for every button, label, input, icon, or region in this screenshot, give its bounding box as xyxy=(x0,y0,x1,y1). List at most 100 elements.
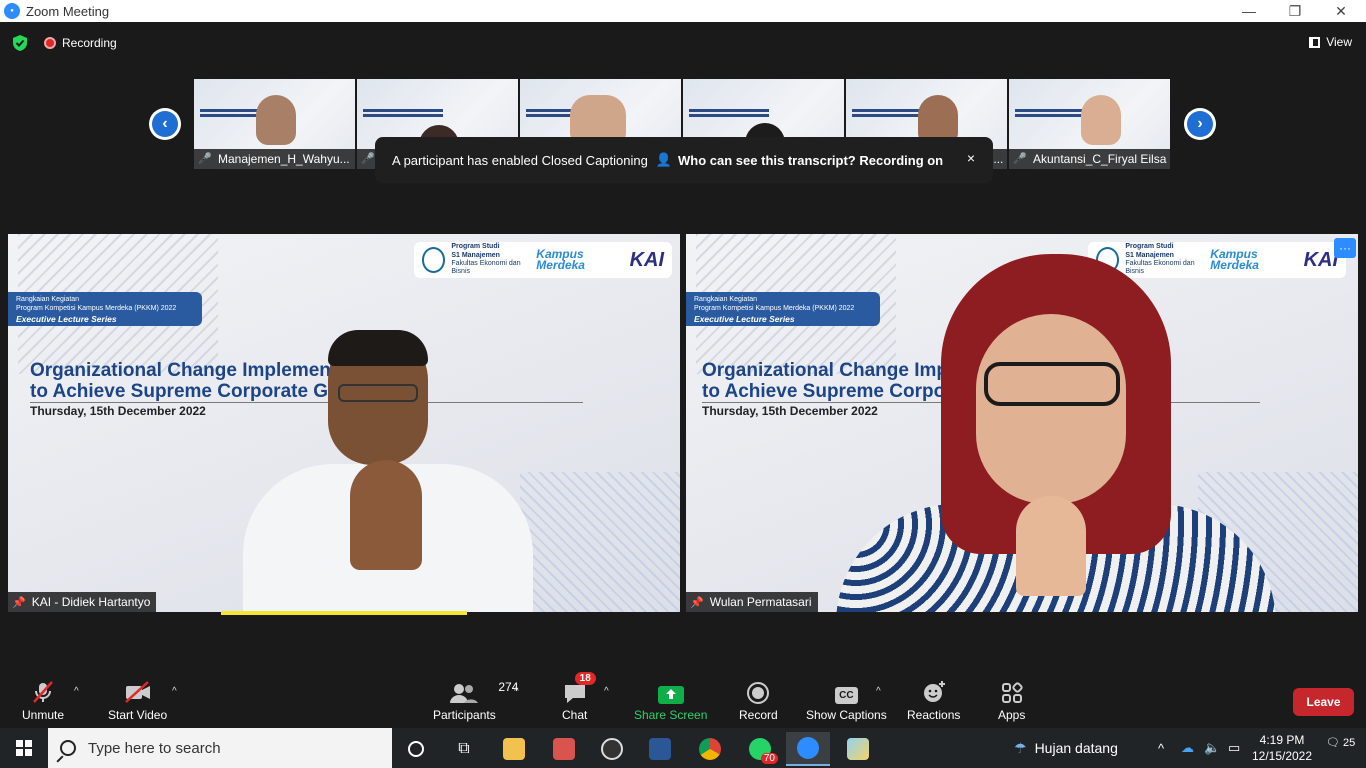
obs-taskbar-button[interactable] xyxy=(590,732,634,766)
record-icon-wrap xyxy=(747,678,770,704)
video-name-tag: 📌 KAI - Didiek Hartantyo xyxy=(8,592,157,612)
task-view-button[interactable]: ⧉ xyxy=(442,732,486,766)
recording-dot-icon xyxy=(44,37,56,49)
speaker-hands xyxy=(1016,496,1086,596)
faculty-name: Fakultas Ekonomi dan Bisnis xyxy=(451,260,521,276)
reactions-button[interactable]: Reactions xyxy=(907,678,960,722)
share-screen-button[interactable]: Share Screen xyxy=(634,678,707,722)
taskbar-clock[interactable]: 4:19 PM 12/15/2022 xyxy=(1250,732,1314,764)
view-grid-icon xyxy=(1309,36,1321,48)
weather-text: Hujan datang xyxy=(1034,740,1118,756)
program-info: Program Studi S1 Manajemen Fakultas Ekon… xyxy=(451,243,530,277)
unmute-button[interactable]: Unmute xyxy=(22,678,64,722)
apps-icon-wrap xyxy=(1001,678,1023,704)
battery-icon: ▭ xyxy=(1228,740,1241,755)
show-hidden-icons-button[interactable]: ^ xyxy=(1158,728,1164,768)
participants-options-caret[interactable]: ^ xyxy=(514,686,519,697)
more-options-button[interactable]: ··· xyxy=(1334,238,1356,258)
record-icon xyxy=(747,682,770,704)
paint-taskbar-button[interactable] xyxy=(836,732,880,766)
video-tile-didiek[interactable]: Program Studi S1 Manajemen Fakultas Ekon… xyxy=(8,234,680,612)
audio-options-caret[interactable]: ^ xyxy=(74,686,79,697)
pdf-app-taskbar-button[interactable] xyxy=(542,732,586,766)
participants-button[interactable]: 274 Participants xyxy=(433,678,518,722)
participant-video xyxy=(1081,95,1121,145)
participant-thumbnail[interactable]: 🎤 Manajemen_H_Wahyu... xyxy=(194,79,355,169)
start-button[interactable] xyxy=(0,728,48,768)
transcript-info-text: Who can see this transcript? Recording o… xyxy=(678,152,944,168)
close-notification-button[interactable]: × xyxy=(967,150,975,166)
camera-off-icon xyxy=(124,678,152,704)
battery-tray-icon[interactable]: ▭ xyxy=(1228,728,1240,768)
whatsapp-badge: 70 xyxy=(760,753,778,764)
apps-button[interactable]: Apps xyxy=(998,678,1025,722)
whatsapp-taskbar-button[interactable]: 70 xyxy=(738,732,782,766)
file-explorer-taskbar-button[interactable] xyxy=(492,732,536,766)
close-window-button[interactable]: ✕ xyxy=(1318,0,1364,22)
people-icon xyxy=(450,684,479,703)
participant-name: Akuntansi_C_Firyal Eilsa xyxy=(1033,152,1167,166)
chat-bubble-icon xyxy=(564,685,585,703)
badge-line-3: Executive Lecture Series xyxy=(694,313,795,324)
zoom-taskbar-button[interactable] xyxy=(786,732,830,766)
university-seal-icon xyxy=(422,247,446,273)
participants-icon-wrap: 274 xyxy=(450,678,518,704)
task-view-icon: ⧉ xyxy=(458,740,470,757)
participant-name: Manajemen_H_Wahyu... xyxy=(218,152,350,166)
volume-tray-icon[interactable]: 🔈 xyxy=(1204,728,1220,768)
word-taskbar-button[interactable] xyxy=(638,732,682,766)
slide-logo-bar: Program Studi S1 Manajemen Fakultas Ekon… xyxy=(1088,242,1346,278)
program-label: Program Studi xyxy=(451,243,500,251)
chrome-taskbar-button[interactable] xyxy=(688,732,732,766)
start-video-button[interactable]: Start Video xyxy=(108,678,167,722)
previous-page-button[interactable]: ‹ xyxy=(149,108,181,140)
reactions-icon-wrap xyxy=(922,678,946,704)
show-captions-label: Show Captions xyxy=(806,708,887,722)
captioning-notification: A participant has enabled Closed Caption… xyxy=(375,137,993,183)
zoom-logo-icon: ● xyxy=(4,3,20,19)
reactions-label: Reactions xyxy=(907,708,961,722)
program-name: S1 Manajemen xyxy=(1125,251,1174,259)
taskbar-search-box[interactable]: Type here to search xyxy=(48,728,392,768)
clock-time: 4:19 PM xyxy=(1259,733,1305,747)
windows-taskbar: Type here to search ⧉ 70 ☂ Hujan datang … xyxy=(0,728,1366,768)
onedrive-tray-icon[interactable]: ☁ xyxy=(1181,728,1194,768)
speaker-icon: 🔈 xyxy=(1204,740,1221,755)
video-options-caret[interactable]: ^ xyxy=(172,686,177,697)
view-button[interactable]: View xyxy=(1309,35,1352,49)
show-captions-button[interactable]: CC Show Captions xyxy=(806,678,887,722)
video-participant-name: KAI - Didiek Hartantyo xyxy=(31,595,151,609)
clock-date: 12/15/2022 xyxy=(1251,749,1313,763)
transcript-info-link[interactable]: 👤 Who can see this transcript? Recording… xyxy=(656,152,943,168)
slide-date: Thursday, 15th December 2022 xyxy=(702,404,878,418)
speaker-hair xyxy=(328,330,428,366)
paint-icon xyxy=(847,738,869,760)
cortana-button[interactable] xyxy=(394,732,438,766)
chat-options-caret[interactable]: ^ xyxy=(604,686,609,697)
captions-options-caret[interactable]: ^ xyxy=(876,686,881,697)
leave-meeting-button[interactable]: Leave xyxy=(1293,688,1354,716)
mic-muted-icon: 🎤 xyxy=(361,153,375,165)
video-name-tag: 📌 Wulan Permatasari xyxy=(686,592,818,612)
rain-umbrella-icon: ☂ xyxy=(1014,739,1027,756)
participant-thumbnail[interactable]: 🎤 Akuntansi_C_Firyal Eilsa xyxy=(1009,79,1170,169)
next-page-button[interactable]: › xyxy=(1184,108,1216,140)
restore-button[interactable]: ❐ xyxy=(1272,0,1318,22)
record-button[interactable]: Record xyxy=(739,678,778,722)
event-badge: Rangkaian Kegiatan Program Kompetisi Kam… xyxy=(686,292,880,326)
chat-button[interactable]: 18 Chat xyxy=(562,672,596,722)
search-icon xyxy=(60,740,76,756)
record-label: Record xyxy=(739,708,778,722)
slide-decoration xyxy=(520,472,680,612)
minimize-button[interactable]: — xyxy=(1226,0,1272,22)
zoom-icon xyxy=(797,737,819,759)
weather-widget[interactable]: ☂ Hujan datang xyxy=(1014,728,1118,768)
recording-indicator[interactable]: Recording xyxy=(44,36,117,50)
pin-icon: 📌 xyxy=(12,596,26,609)
video-tile-wulan[interactable]: Program Studi S1 Manajemen Fakultas Ekon… xyxy=(686,234,1358,612)
security-shield-icon[interactable] xyxy=(11,34,29,52)
people-info-icon: 👤 xyxy=(655,152,673,167)
notification-count: 25 xyxy=(1343,737,1356,749)
notification-center-button[interactable]: 🗨 25 xyxy=(1326,736,1355,749)
chat-icon-wrap: 18 xyxy=(563,672,596,704)
